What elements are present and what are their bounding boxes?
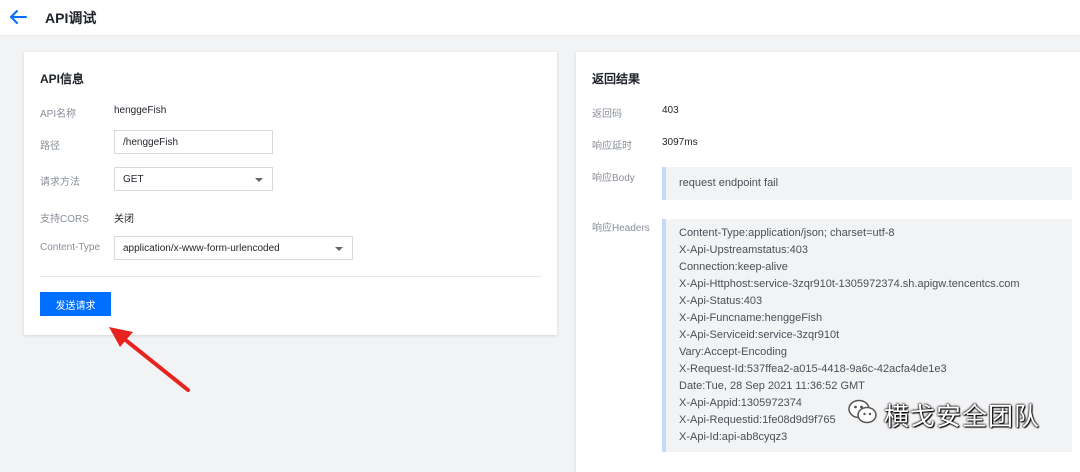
path-input[interactable] [114, 130, 273, 154]
response-body-box: request endpoint fail [662, 167, 1072, 200]
header-line: Content-Type:application/json; charset=u… [679, 227, 895, 239]
response-headers-label: 响应Headers [592, 223, 650, 234]
watermark: 横戈安全团队 [848, 396, 1078, 431]
method-label: 请求方法 [40, 177, 80, 188]
response-body-value: request endpoint fail [679, 177, 779, 189]
header-line: X-Api-Upstreamstatus:403 [679, 244, 808, 256]
cors-value: 关闭 [114, 214, 134, 225]
top-bar: API调试 [0, 0, 1080, 36]
header-line: X-Api-Id:api-ab8cyqz3 [679, 431, 788, 443]
red-arrow-annotation [100, 320, 200, 405]
result-title: 返回结果 [592, 72, 641, 86]
method-select-value: GET [123, 174, 144, 185]
wechat-icon [848, 399, 877, 424]
send-request-button[interactable]: 发送请求 [40, 292, 111, 316]
content-type-select-value: application/x-www-form-urlencoded [123, 243, 280, 254]
path-label: 路径 [40, 141, 60, 152]
header-line: Vary:Accept-Encoding [679, 346, 788, 358]
chevron-down-icon [335, 247, 343, 251]
divider [40, 276, 541, 277]
api-info-panel: API信息 API名称 henggeFish 路径 请求方法 GET 支持COR… [24, 52, 557, 335]
cors-label: 支持CORS [40, 214, 89, 225]
header-line: X-Api-Funcname:henggeFish [679, 312, 823, 324]
header-line: Connection:keep-alive [679, 261, 788, 273]
latency-value: 3097ms [662, 137, 698, 148]
header-line: X-Api-Serviceid:service-3zqr910t [679, 329, 840, 341]
header-line: X-Api-Requestid:1fe08d9d9f765 [679, 414, 836, 426]
header-line: X-Request-Id:537ffea2-a015-4418-9a6c-42a… [679, 363, 947, 375]
content-type-label: Content-Type [40, 242, 101, 253]
api-name-label: API名称 [40, 109, 77, 120]
method-select[interactable]: GET [114, 167, 273, 191]
header-line: X-Api-Status:403 [679, 295, 763, 307]
header-line: X-Api-Appid:1305972374 [679, 397, 802, 409]
return-code-label: 返回码 [592, 109, 622, 120]
watermark-text: 横戈安全团队 [884, 402, 1041, 431]
header-line: Date:Tue, 28 Sep 2021 11:36:52 GMT [679, 380, 865, 392]
api-info-title: API信息 [40, 72, 85, 86]
content-type-select[interactable]: application/x-www-form-urlencoded [114, 236, 353, 260]
latency-label: 响应延时 [592, 141, 632, 152]
back-arrow-icon[interactable] [8, 9, 28, 25]
header-line: X-Api-Httphost:service-3zqr910t-13059723… [679, 278, 1020, 290]
page-title: API调试 [45, 10, 97, 26]
return-code-value: 403 [662, 105, 679, 116]
chevron-down-icon [255, 178, 263, 182]
response-body-label: 响应Body [592, 173, 635, 184]
api-name-value: henggeFish [114, 105, 167, 116]
